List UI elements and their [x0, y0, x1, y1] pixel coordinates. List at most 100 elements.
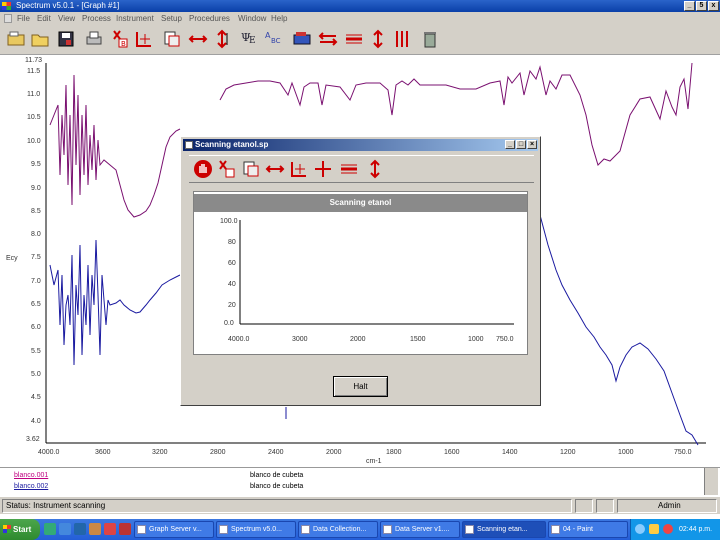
updown-icon[interactable]: [368, 29, 388, 49]
cut-icon[interactable]: [217, 159, 237, 179]
system-tray: 02:44 p.m.: [630, 519, 720, 540]
copy-icon[interactable]: [162, 29, 182, 49]
quicklaunch-icon[interactable]: [89, 523, 101, 535]
y-tick-label: 5.0: [31, 371, 41, 378]
legend-item-blanco-002[interactable]: blanco.002: [14, 483, 48, 490]
abc-icon[interactable]: ABC: [264, 29, 284, 49]
shift-icon[interactable]: [188, 29, 208, 49]
task-paint[interactable]: 04 - Paint: [548, 521, 628, 538]
x-tick-label: 2000: [326, 449, 342, 456]
expand-icon[interactable]: [344, 29, 364, 49]
scan-x-tick: 3000: [292, 336, 308, 343]
cut-icon[interactable]: B: [110, 29, 130, 49]
dialog-icon: [185, 141, 193, 149]
folder-icon[interactable]: [30, 29, 50, 49]
task-scanning[interactable]: Scanning etan...: [462, 521, 546, 538]
label-icon[interactable]: ΨE: [240, 29, 260, 49]
open-folder-icon[interactable]: [6, 29, 26, 49]
svg-text:B: B: [121, 40, 126, 48]
quicklaunch-icon[interactable]: [44, 523, 56, 535]
shift-icon[interactable]: [265, 159, 285, 179]
scale-icon[interactable]: [134, 29, 154, 49]
y-tick-label: 4.0: [31, 418, 41, 425]
x-tick-label: 750.0: [674, 449, 692, 456]
status-bar: Status: Instrument scanning Admin: [0, 496, 720, 514]
status-text: Status: Instrument scanning: [2, 499, 572, 513]
x-axis-label: cm-1: [366, 458, 382, 465]
stop-hand-icon[interactable]: [193, 159, 213, 179]
read-icon[interactable]: [292, 29, 312, 49]
x-tick-label: 3600: [95, 449, 111, 456]
x-tick-label: 4000.0: [38, 449, 60, 456]
menu-bar: File Edit View Process Instrument Setup …: [0, 12, 720, 25]
menu-setup[interactable]: Setup: [161, 14, 182, 23]
menu-process[interactable]: Process: [82, 14, 111, 23]
legend-panel: blanco.001 blanco de cubeta blanco.002 b…: [0, 467, 720, 495]
menu-procedures[interactable]: Procedures: [189, 14, 230, 23]
menu-window[interactable]: Window: [238, 14, 266, 23]
menu-file[interactable]: File: [17, 14, 30, 23]
print-icon[interactable]: [84, 29, 104, 49]
y-tick-label: 11.0: [27, 91, 41, 98]
minimize-button[interactable]: _: [684, 1, 695, 11]
doc-icon[interactable]: [4, 14, 12, 23]
scale-icon[interactable]: [289, 159, 309, 179]
status-panel-empty: [575, 499, 593, 513]
copy-icon[interactable]: [241, 159, 261, 179]
trash-icon[interactable]: [420, 29, 440, 49]
scan-y-tick: 0.0: [224, 320, 234, 327]
legend-item-blanco-001[interactable]: blanco.001: [14, 472, 48, 479]
restore-button[interactable]: 5: [696, 1, 707, 11]
scan-panel: Scanning etanol 100.0 80 60 40 20 0.0 40…: [193, 191, 528, 355]
task-data-server[interactable]: Data Server v1....: [380, 521, 460, 538]
security-icon[interactable]: [663, 524, 673, 534]
close-button[interactable]: x: [708, 1, 719, 11]
expand-icon[interactable]: [339, 159, 359, 179]
menu-edit[interactable]: Edit: [37, 14, 51, 23]
scanning-dialog: Scanning etanol.sp _ □ × Scanning etanol…: [180, 136, 541, 406]
legend-scrollbar[interactable]: [704, 468, 718, 495]
y-tick-label: 9.0: [31, 185, 41, 192]
legend-link[interactable]: blanco.001: [14, 472, 48, 479]
dialog-close-button[interactable]: ×: [527, 140, 537, 149]
move-icon[interactable]: [318, 29, 338, 49]
quicklaunch-icon[interactable]: [74, 523, 86, 535]
network-icon[interactable]: [635, 524, 645, 534]
y-tick-label: 5.5: [31, 348, 41, 355]
arrows-vertical-icon[interactable]: [392, 29, 412, 49]
arrows-icon[interactable]: [212, 29, 232, 49]
move-icon[interactable]: [313, 159, 333, 179]
quicklaunch-icon[interactable]: [59, 523, 71, 535]
task-graph-server[interactable]: Graph Server v...: [134, 521, 214, 538]
y-tick-label: 7.0: [31, 278, 41, 285]
start-button[interactable]: Start: [0, 519, 40, 540]
updown-icon[interactable]: [365, 159, 385, 179]
save-icon[interactable]: [56, 29, 76, 49]
y-tick-label: 8.5: [31, 208, 41, 215]
dialog-maximize-button[interactable]: □: [516, 140, 526, 149]
quicklaunch-icon[interactable]: [104, 523, 116, 535]
window-title: Spectrum v5.0.1 - [Graph #1]: [16, 1, 120, 10]
task-spectrum[interactable]: Spectrum v5.0...: [216, 521, 296, 538]
task-data-collection[interactable]: Data Collection...: [298, 521, 378, 538]
menu-view[interactable]: View: [58, 14, 75, 23]
y-tick-label: 6.5: [31, 301, 41, 308]
purple-spectrum-line: [49, 74, 181, 218]
halt-button[interactable]: Halt: [333, 376, 388, 397]
window-icon: [383, 525, 392, 534]
scan-y-tick: 100.0: [220, 218, 238, 225]
x-tick-label: 2800: [210, 449, 226, 456]
window-icon: [465, 525, 474, 534]
scan-x-tick: 4000.0: [228, 336, 250, 343]
volume-icon[interactable]: [649, 524, 659, 534]
paint-icon: [551, 525, 560, 534]
scan-y-tick: 40: [228, 281, 236, 288]
menu-instrument[interactable]: Instrument: [116, 14, 154, 23]
dialog-minimize-button[interactable]: _: [505, 140, 515, 149]
x-tick-label: 2400: [268, 449, 284, 456]
quicklaunch-icon[interactable]: [119, 523, 131, 535]
legend-link[interactable]: blanco.002: [14, 483, 48, 490]
clock: 02:44 p.m.: [679, 526, 713, 533]
x-tick-label: 1200: [560, 449, 576, 456]
menu-help[interactable]: Help: [271, 14, 287, 23]
